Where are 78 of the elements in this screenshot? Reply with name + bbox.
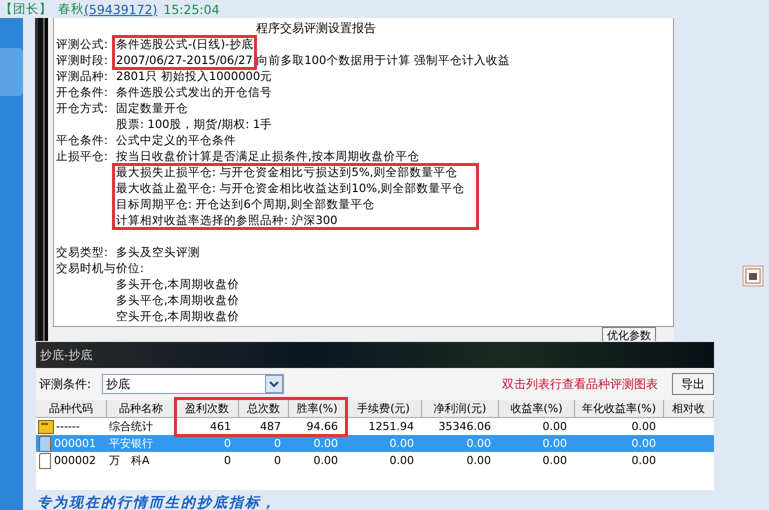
table-cell: 35346.06 bbox=[438, 420, 491, 433]
folder-icon bbox=[38, 420, 54, 434]
table-cell: ------ bbox=[56, 420, 80, 433]
report-label: 开仓条件: bbox=[55, 84, 109, 100]
report-label: 评测时段: bbox=[55, 52, 109, 68]
panel-title: 抄底-抄底 bbox=[39, 346, 94, 364]
column-header[interactable]: 净利润(元) bbox=[422, 400, 499, 418]
condition-dropdown[interactable]: 抄底 bbox=[102, 374, 284, 394]
table-cell: 0.00 bbox=[632, 420, 656, 433]
report-label: 交易时机与价位: bbox=[55, 260, 144, 276]
report-value: 最大收益止盈平仓: 与开仓资金相比收益达到10%,则全部数量平仓 bbox=[116, 180, 465, 196]
table-cell: 0.00 bbox=[542, 420, 567, 433]
report-label: 交易类型: bbox=[55, 244, 109, 260]
report-value: 目标周期平仓: 开仓达到6个周期,则全部数量平仓 bbox=[116, 196, 375, 212]
table-cell: 万 科A bbox=[109, 453, 150, 468]
report-value: 2007/06/27-2015/06/27 向前多取100个数据用于计算 强制平仓计入收益 bbox=[116, 52, 510, 68]
table-cell: 1251.94 bbox=[368, 420, 414, 433]
table-cell: 0 bbox=[224, 437, 231, 450]
table-cell: 0.00 bbox=[314, 437, 338, 450]
filter-label: 评测条件: bbox=[39, 376, 92, 392]
calendar-icon[interactable] bbox=[742, 265, 764, 287]
table-cell: 0.00 bbox=[632, 454, 656, 467]
table-cell: 0.00 bbox=[314, 454, 338, 467]
report-value: 按当日收盘价计算是否满足止损条件,按本周期收盘价平仓 bbox=[116, 148, 420, 164]
report-label: 平仓条件: bbox=[55, 132, 109, 148]
column-header[interactable]: 盈利次数 bbox=[176, 400, 239, 418]
table-cell: 0.00 bbox=[390, 454, 414, 467]
report-value: 多头平仓,本周期收盘价 bbox=[116, 292, 240, 308]
message-time: 15:25:04 bbox=[163, 2, 220, 16]
table-cell: 0 bbox=[274, 437, 281, 450]
report-value: 2801只 初始投入1000000元 bbox=[116, 68, 272, 84]
table-cell: 0.00 bbox=[542, 454, 567, 467]
report-title: 程序交易评测设置报告 bbox=[255, 20, 377, 36]
column-header[interactable]: 年化收益率(%) bbox=[575, 400, 664, 418]
table-cell: 0.00 bbox=[466, 454, 491, 467]
column-header[interactable]: 收益率(%) bbox=[499, 400, 575, 418]
document-icon bbox=[38, 436, 52, 452]
column-header[interactable]: 胜率(%) bbox=[289, 400, 346, 418]
report-label: 评测品种: bbox=[55, 68, 109, 84]
column-header[interactable]: 品种名称 bbox=[107, 400, 176, 418]
sender-name: 春秋 bbox=[58, 0, 84, 18]
report-value: 多头开仓,本周期收盘价 bbox=[116, 276, 240, 292]
table-cell: 461 bbox=[210, 420, 231, 433]
table-cell: 0 bbox=[224, 454, 231, 467]
report-value: 多头及空头评测 bbox=[116, 244, 200, 260]
report-label: 开仓方式: bbox=[55, 100, 109, 116]
sender-id-link[interactable]: (59439172) bbox=[84, 2, 158, 16]
report-value: 股票: 100股，期货/期权: 1手 bbox=[116, 116, 272, 132]
table-cell: 0 bbox=[274, 454, 281, 467]
column-header[interactable]: 总次数 bbox=[239, 400, 289, 418]
sender-role: 【团长】 bbox=[0, 0, 52, 18]
table-cell: 综合统计 bbox=[109, 419, 153, 434]
hint-text: 双击列表行查看品种评测图表 bbox=[502, 376, 658, 392]
report-label: 止损平仓: bbox=[55, 148, 109, 164]
column-header[interactable]: 相对收 bbox=[664, 400, 714, 418]
column-header[interactable]: 手续费(元) bbox=[346, 400, 422, 418]
report-value: 公式中定义的平仓条件 bbox=[116, 132, 236, 148]
column-header[interactable]: 品种代码 bbox=[36, 400, 107, 418]
caption-text: 专为现在的行情而生的抄底指标， bbox=[37, 494, 278, 510]
report-value: 空头开仓,本周期收盘价 bbox=[116, 308, 240, 324]
table-cell: 000002 bbox=[54, 454, 96, 467]
optimize-button[interactable]: 优化参数 bbox=[602, 327, 656, 341]
table-cell: 94.66 bbox=[306, 420, 338, 433]
table-cell: 000001 bbox=[54, 437, 96, 450]
report-value: 最大损失止损平仓: 与开仓资金相比亏损达到5%,则全部数量平仓 bbox=[116, 164, 458, 180]
report-value: 条件选股公式-(日线)-抄底 bbox=[116, 36, 254, 52]
report-value: 条件选股公式发出的开仓信号 bbox=[116, 84, 272, 100]
table-cell: 平安银行 bbox=[109, 436, 153, 451]
report-value: 计算相对收益率选择的参照品种: 沪深300 bbox=[116, 212, 338, 228]
table-cell: 0.00 bbox=[390, 437, 414, 450]
report-value: 固定数量开仓 bbox=[116, 100, 188, 116]
table-cell: 487 bbox=[260, 420, 281, 433]
export-button[interactable]: 导出 bbox=[672, 373, 714, 395]
table-cell: 0.00 bbox=[632, 437, 656, 450]
report-label: 评测公式: bbox=[55, 36, 109, 52]
table-cell: 0.00 bbox=[466, 437, 491, 450]
table-cell: 0.00 bbox=[542, 437, 567, 450]
dropdown-caret-icon[interactable] bbox=[265, 375, 283, 393]
